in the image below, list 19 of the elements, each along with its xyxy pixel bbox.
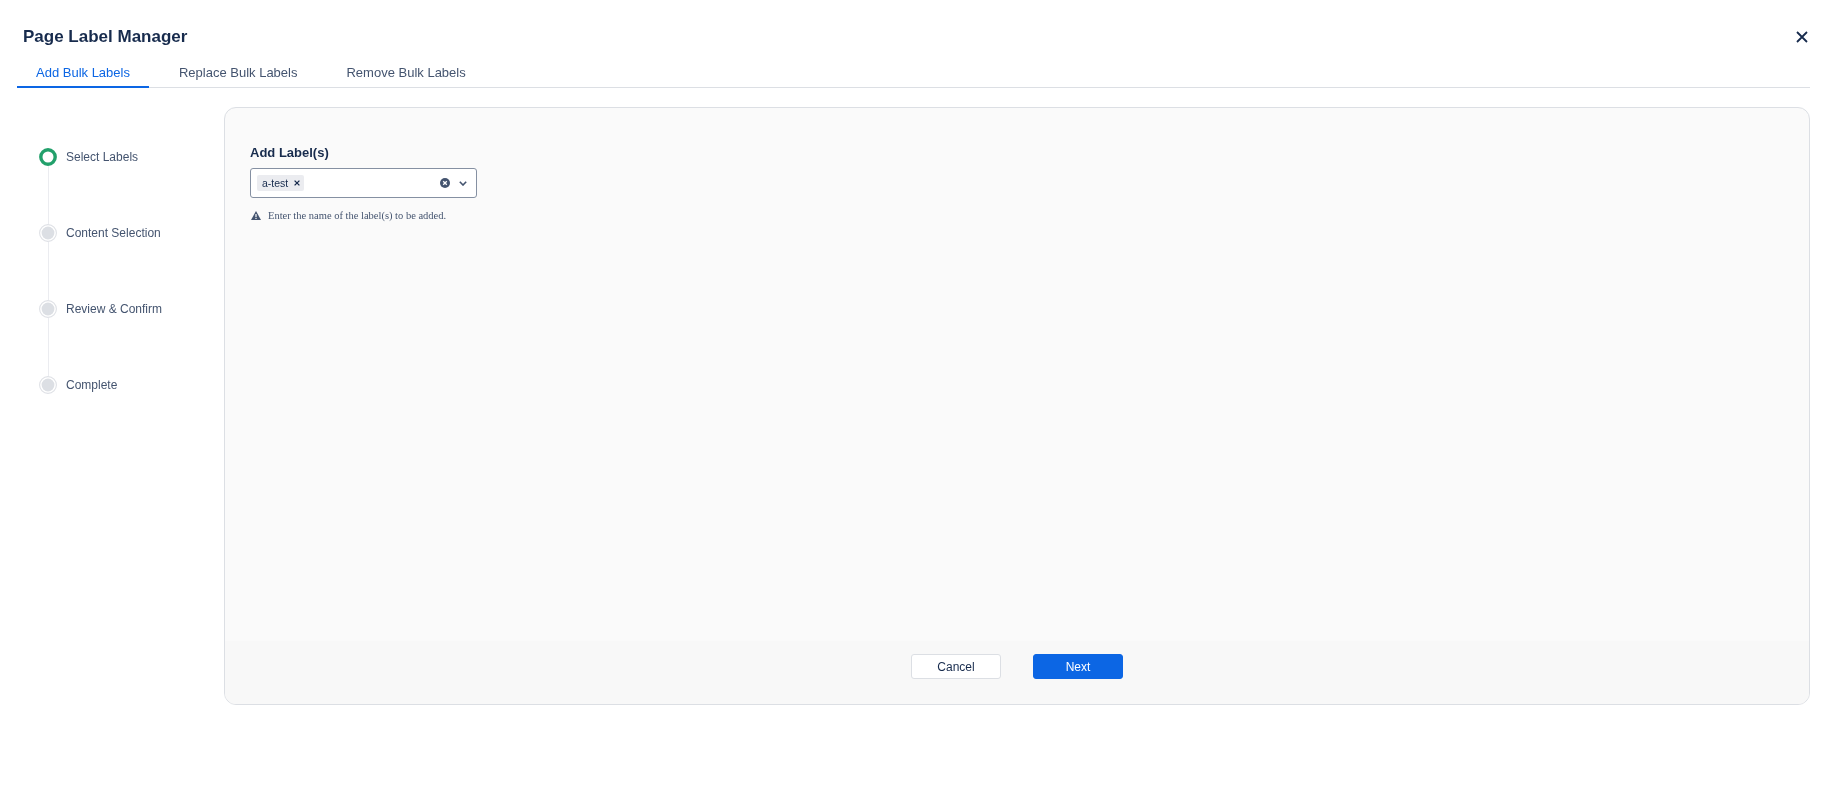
clear-icon[interactable] xyxy=(440,178,450,188)
tab[interactable]: Remove Bulk Labels xyxy=(327,59,485,88)
field-label: Add Label(s) xyxy=(250,144,330,162)
tab[interactable]: Replace Bulk Labels xyxy=(159,59,317,88)
tab[interactable]: Add Bulk Labels xyxy=(17,59,149,88)
step-label: Select Labels xyxy=(66,149,140,166)
step-label: Review & Confirm xyxy=(66,301,164,318)
close-icon[interactable] xyxy=(1796,31,1808,43)
dialog-title: Page Label Manager xyxy=(23,26,188,48)
tag-text: a-test xyxy=(262,176,289,191)
step-label: Content Selection xyxy=(66,225,162,242)
label-select-field[interactable]: a-test xyxy=(250,168,477,198)
remove-icon[interactable] xyxy=(294,180,301,186)
next-button[interactable]: Next xyxy=(1033,654,1123,679)
chevron-down-icon[interactable] xyxy=(459,180,467,186)
step-label: Complete xyxy=(66,377,119,394)
warning-icon xyxy=(251,211,261,220)
hint-text: Enter the name of the label(s) to be added. xyxy=(268,210,447,221)
cancel-button[interactable]: Cancel xyxy=(911,654,1001,679)
